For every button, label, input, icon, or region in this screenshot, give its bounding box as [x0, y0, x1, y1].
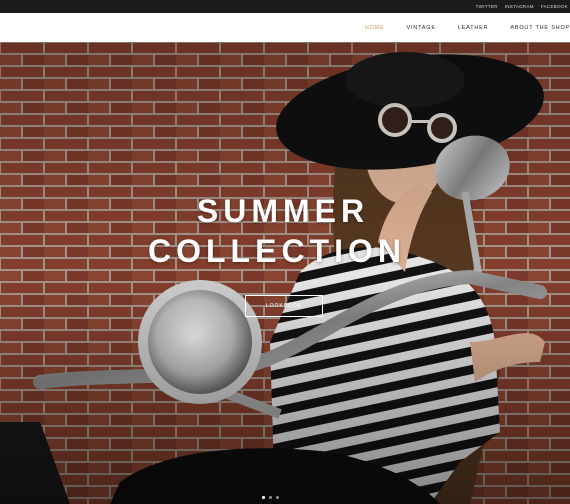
instagram-link[interactable]: INSTAGRAM: [505, 4, 534, 9]
social-links: TWITTER INSTAGRAM FACEBOOK: [476, 0, 568, 13]
main-navbar: HOME VINTAGE LEATHER ABOUT THE SHOP: [0, 13, 570, 43]
hero-slider: SUMMER COLLECTION LOOKBOOK: [0, 42, 570, 504]
slider-dot-2[interactable]: [269, 496, 272, 499]
hero-image: [0, 42, 570, 504]
top-bar: TWITTER INSTAGRAM FACEBOOK: [0, 0, 570, 13]
nav-item-home[interactable]: HOME: [365, 25, 385, 31]
lookbook-button[interactable]: LOOKBOOK: [245, 295, 323, 317]
nav-item-about-the-shop[interactable]: ABOUT THE SHOP: [510, 25, 570, 31]
slider-dot-3[interactable]: [276, 496, 279, 499]
hero-headline-line1: SUMMER: [196, 193, 370, 229]
slider-dots: [262, 496, 279, 499]
main-nav: HOME VINTAGE LEATHER ABOUT THE SHOP: [365, 13, 570, 42]
nav-item-leather[interactable]: LEATHER: [458, 25, 489, 31]
nav-item-vintage[interactable]: VINTAGE: [407, 25, 436, 31]
slider-dot-1[interactable]: [262, 496, 265, 499]
facebook-link[interactable]: FACEBOOK: [541, 4, 568, 9]
twitter-link[interactable]: TWITTER: [476, 4, 498, 9]
hero-headline-line2: COLLECTION: [148, 233, 406, 269]
